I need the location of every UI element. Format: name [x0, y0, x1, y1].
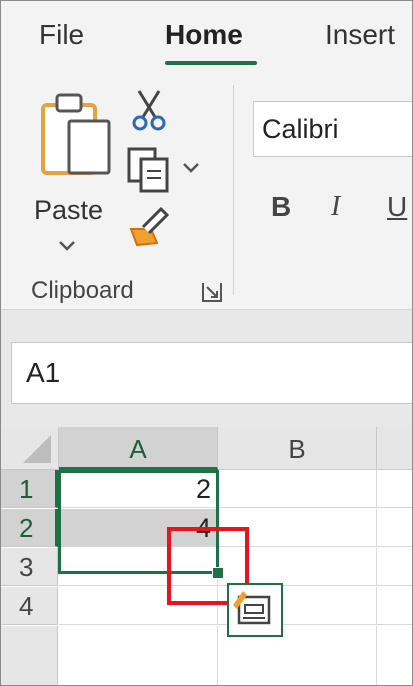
format-painter-icon[interactable]: [127, 203, 173, 249]
excel-window: File Home Insert Paste Clipboard Calibri…: [0, 0, 413, 686]
clipboard-group-label: Clipboard: [31, 277, 134, 304]
ribbon-tabs: File Home Insert: [1, 1, 412, 73]
group-separator: [233, 85, 234, 295]
row-header-2[interactable]: 2: [1, 509, 58, 547]
name-box[interactable]: A1: [11, 342, 412, 404]
cell-a5[interactable]: [59, 626, 218, 685]
bold-button[interactable]: B: [271, 191, 291, 223]
worksheet-grid: A B 1 2 3 4 2 4: [1, 427, 412, 685]
formula-bar-area: A1: [1, 310, 412, 430]
cell-c4[interactable]: [377, 587, 412, 625]
paste-button[interactable]: Paste: [27, 91, 113, 251]
cell-c2[interactable]: [377, 509, 412, 547]
italic-button[interactable]: I: [331, 191, 340, 223]
select-all-button[interactable]: [1, 427, 59, 470]
tab-insert[interactable]: Insert: [325, 19, 395, 51]
auto-fill-options-button[interactable]: [227, 583, 283, 637]
copy-icon[interactable]: [125, 145, 173, 193]
active-tab-indicator: [165, 61, 257, 65]
cell-c1[interactable]: [377, 470, 412, 508]
paste-icon: [41, 93, 111, 175]
cell-c5[interactable]: [377, 626, 412, 685]
tab-home[interactable]: Home: [165, 19, 243, 51]
row-header-3[interactable]: 3: [1, 548, 58, 586]
row-header-4[interactable]: 4: [1, 587, 58, 625]
chevron-down-icon[interactable]: [181, 161, 201, 175]
dialog-launcher-icon[interactable]: [201, 281, 223, 303]
auto-fill-options-icon: [233, 591, 271, 625]
cell-b1[interactable]: [218, 470, 377, 508]
name-box-value: A1: [26, 357, 61, 388]
column-header-a[interactable]: A: [59, 427, 218, 470]
column-header-b[interactable]: B: [218, 427, 377, 470]
cell-c3[interactable]: [377, 548, 412, 586]
column-header-c[interactable]: [377, 427, 412, 470]
font-name-value: Calibri: [262, 114, 339, 144]
underline-button[interactable]: U: [387, 191, 407, 223]
row-header-1[interactable]: 1: [1, 470, 58, 508]
tab-file[interactable]: File: [39, 19, 84, 51]
chevron-down-icon[interactable]: [57, 239, 77, 253]
ribbon-home: Paste Clipboard Calibri B I U: [1, 73, 412, 310]
select-all-triangle-icon: [23, 435, 51, 463]
font-name-box[interactable]: Calibri: [253, 101, 412, 157]
paste-label: Paste: [34, 195, 104, 225]
row-header-5[interactable]: [1, 626, 58, 685]
cut-icon[interactable]: [131, 89, 167, 133]
